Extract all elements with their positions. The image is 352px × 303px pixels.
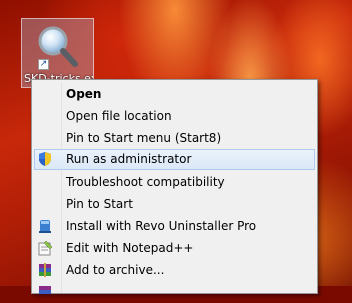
menu-item-label: Add to archive... — [66, 263, 165, 277]
winrar-icon — [39, 286, 51, 294]
notepadpp-icon — [38, 240, 53, 256]
menu-item-revo-uninstaller[interactable]: Install with Revo Uninstaller Pro — [34, 216, 315, 237]
menu-item-label: Edit with Notepad++ — [66, 241, 194, 255]
uac-shield-icon — [39, 152, 51, 166]
menu-item-label: Pin to Start — [66, 197, 133, 211]
menu-item-label: Pin to Start menu (Start8) — [66, 131, 222, 145]
menu-item-troubleshoot-compatibility[interactable]: Troubleshoot compatibility — [34, 172, 315, 193]
desktop-shortcut-icon[interactable]: ↗ SKD-tricks.exe — [21, 18, 94, 88]
shortcut-arrow-icon: ↗ — [38, 59, 49, 70]
menu-item-partial[interactable] — [34, 282, 315, 303]
menu-item-add-to-archive[interactable]: Add to archive... — [34, 260, 315, 281]
menu-item-label: Open file location — [66, 109, 172, 123]
menu-item-label: Troubleshoot compatibility — [66, 175, 225, 189]
menu-item-pin-to-start[interactable]: Pin to Start — [34, 194, 315, 215]
menu-item-run-as-administrator[interactable]: Run as administrator — [34, 149, 315, 170]
menu-item-label: Run as administrator — [66, 152, 192, 166]
context-menu: Open Open file location Pin to Start men… — [31, 79, 318, 294]
winrar-icon — [39, 263, 51, 277]
menu-item-open[interactable]: Open — [34, 84, 315, 105]
revo-uninstaller-icon — [39, 220, 51, 233]
menu-item-label: Open — [66, 87, 102, 101]
menu-item-label: Install with Revo Uninstaller Pro — [66, 219, 257, 233]
menu-item-edit-with-notepadpp[interactable]: Edit with Notepad++ — [34, 238, 315, 259]
menu-item-pin-to-start-menu[interactable]: Pin to Start menu (Start8) — [34, 128, 315, 149]
menu-item-open-file-location[interactable]: Open file location — [34, 106, 315, 127]
